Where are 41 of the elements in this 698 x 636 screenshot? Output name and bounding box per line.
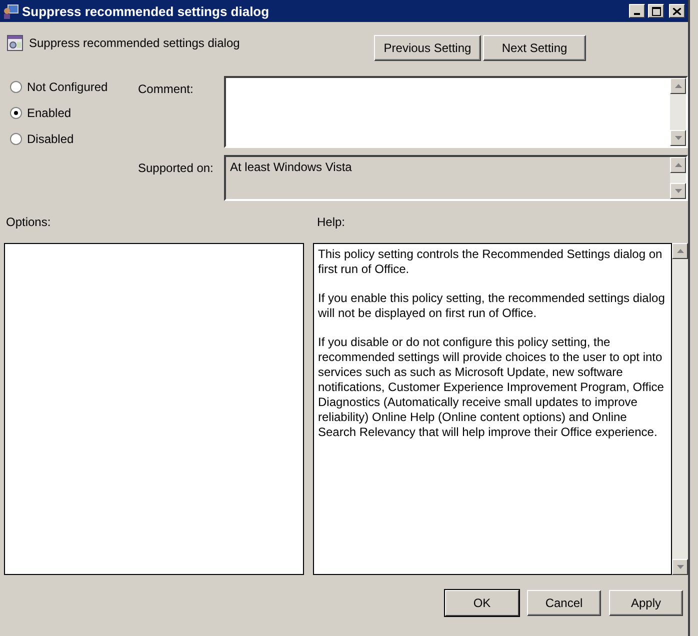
maximize-icon <box>652 6 660 16</box>
comment-field[interactable] <box>224 76 688 148</box>
scrollbar[interactable] <box>670 78 686 146</box>
policy-icon <box>7 35 23 51</box>
scroll-up-icon <box>674 84 682 88</box>
help-paragraph: If you disable or do not configure this policy setting, the recommended settings will provide choices to the user to opt into services such as such as Microsoft Update, new software notifications, Customer Experience Improvement Program, Office Diagnostics (Automatically receive small updates to improve reliability) Online Help (Online content options) and Online Search Relevancy that will help improve their Office experience. <box>318 335 665 440</box>
apply-button[interactable]: Apply <box>609 590 683 616</box>
maximize-button[interactable] <box>648 4 664 18</box>
radio-option[interactable]: Disabled <box>10 132 138 146</box>
scroll-down-icon <box>674 189 682 193</box>
window-title: Suppress recommended settings dialog <box>22 4 270 18</box>
close-button[interactable] <box>669 4 685 18</box>
scroll-down-icon <box>674 136 682 140</box>
next-setting-button[interactable]: Next Setting <box>483 35 586 61</box>
radio-option[interactable]: Not Configured <box>10 80 138 94</box>
scroll-up-button[interactable] <box>670 157 686 173</box>
ok-button[interactable]: OK <box>445 590 519 616</box>
supported-on-field: At least Windows Vista <box>224 155 688 201</box>
computer-user-icon <box>3 3 19 19</box>
scroll-down-button[interactable] <box>672 559 688 575</box>
supported-on-label: Supported on: <box>138 160 214 177</box>
help-paragraph: If you enable this policy setting, the recommended settings dialog will not be displayed on first run of Office. <box>318 291 666 321</box>
scrollbar[interactable] <box>672 243 688 575</box>
scroll-down-button[interactable] <box>670 130 686 146</box>
scroll-up-icon <box>674 163 682 167</box>
radio-option[interactable]: Enabled <box>10 106 138 120</box>
options-label: Options: <box>5 215 52 231</box>
close-icon <box>673 8 681 14</box>
scrollbar[interactable] <box>670 157 686 199</box>
scroll-down-button[interactable] <box>670 183 686 199</box>
previous-setting-button[interactable]: Previous Setting <box>374 35 481 61</box>
scroll-up-icon <box>676 249 684 253</box>
scroll-up-button[interactable] <box>670 78 686 94</box>
scroll-up-button[interactable] <box>672 243 688 259</box>
cancel-button[interactable]: Cancel <box>527 590 601 616</box>
comment-label: Comment: <box>138 81 194 98</box>
help-label: Help: <box>316 215 346 231</box>
minimize-button[interactable] <box>629 4 645 18</box>
help-paragraph: This policy setting controls the Recommended Settings dialog on first run of Office. <box>318 247 664 277</box>
policy-title: Suppress recommended settings dialog <box>29 36 241 50</box>
scroll-down-icon <box>676 565 684 569</box>
